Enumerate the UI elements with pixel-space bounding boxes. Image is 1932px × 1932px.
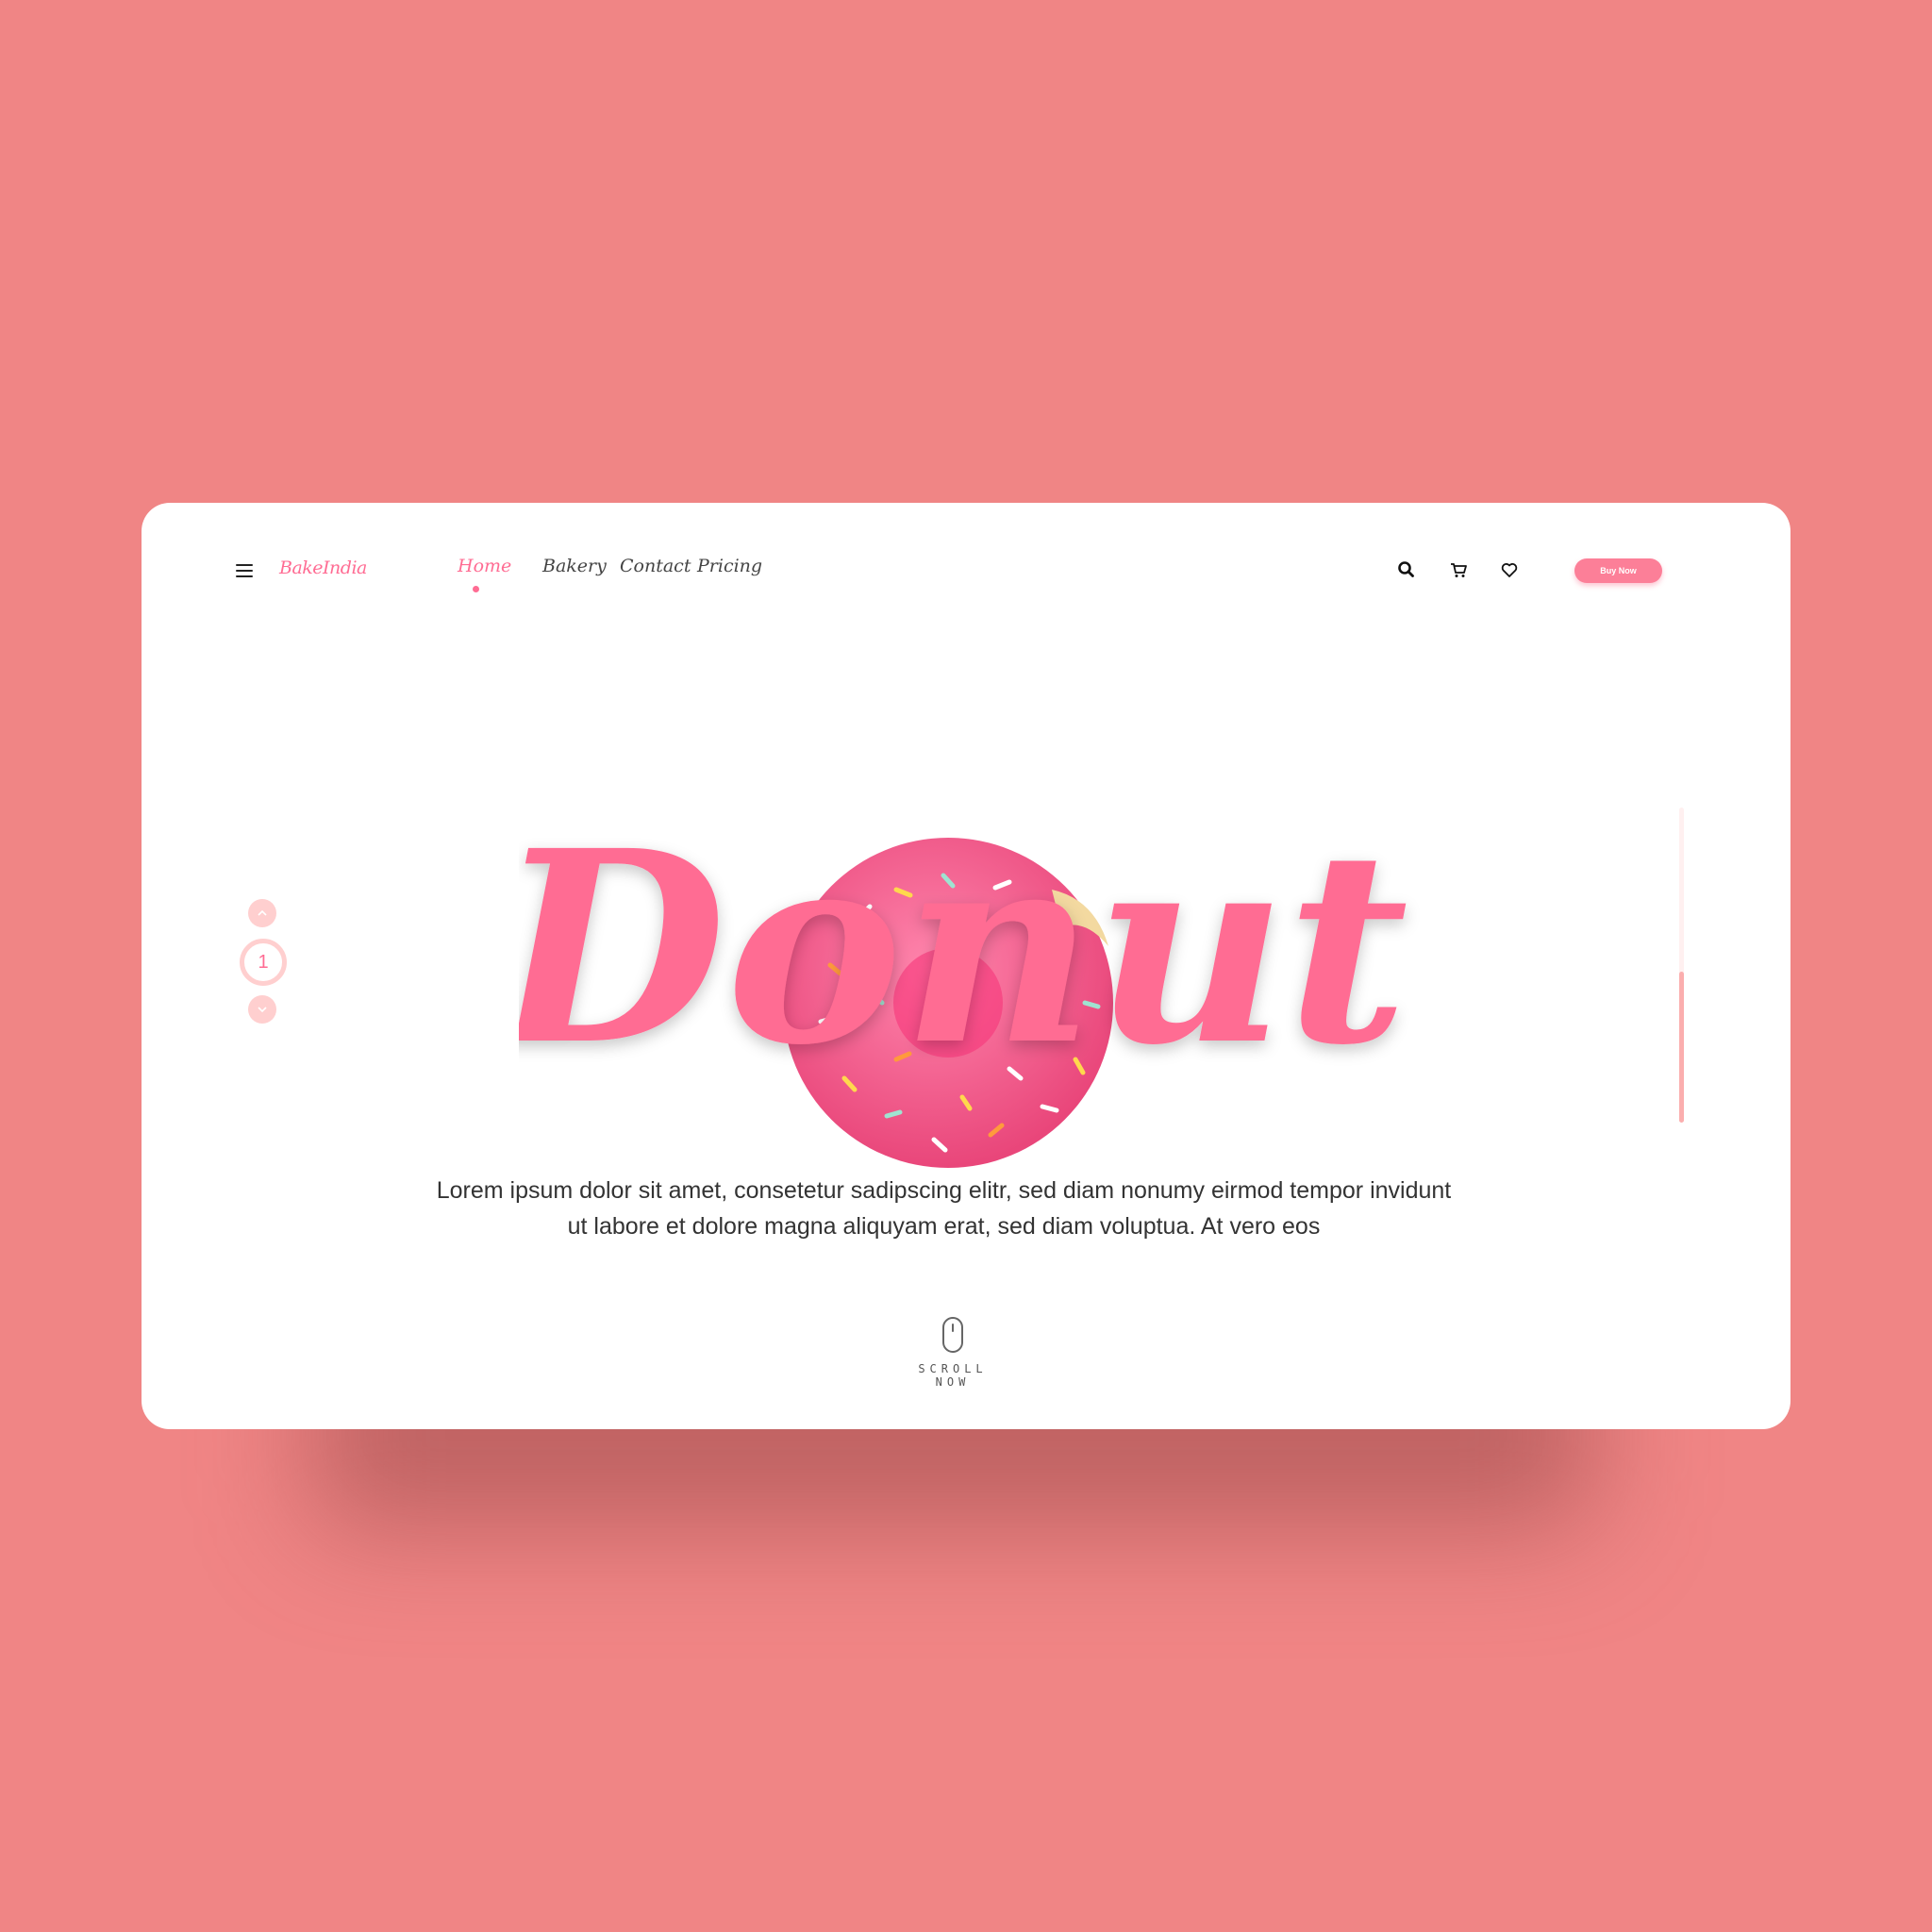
hero-title: Donut: [519, 793, 1408, 1104]
scrollbar-thumb[interactable]: [1679, 972, 1684, 1123]
search-icon[interactable]: [1396, 559, 1417, 580]
heart-icon[interactable]: [1499, 559, 1520, 580]
cart-icon[interactable]: [1448, 559, 1469, 580]
pager-current-page: 1: [240, 939, 287, 986]
active-nav-indicator: [473, 586, 479, 592]
hamburger-menu-icon[interactable]: [236, 564, 253, 577]
page-card: BakeIndia Home Bakery Contact Pricing Bu…: [142, 503, 1790, 1429]
buy-now-button[interactable]: Buy Now: [1574, 558, 1662, 583]
mouse-icon: [942, 1317, 963, 1353]
nav-item-pricing[interactable]: Pricing: [697, 556, 762, 576]
scroll-hint[interactable]: SCROLL NOW: [896, 1316, 1009, 1389]
page-scrollbar[interactable]: [1679, 808, 1684, 1123]
nav-item-bakery[interactable]: Bakery: [542, 556, 607, 576]
scroll-label: SCROLL NOW: [918, 1362, 988, 1389]
pager-up-button[interactable]: [248, 899, 276, 927]
chevron-down-icon: [258, 1007, 267, 1013]
nav-item-contact[interactable]: Contact: [620, 556, 691, 576]
chevron-up-icon: [258, 909, 267, 916]
pager-down-button[interactable]: [248, 995, 276, 1024]
hero-illustration: Donut: [519, 793, 1408, 1168]
nav-item-home[interactable]: Home: [458, 556, 511, 576]
brand-logo[interactable]: BakeIndia: [279, 558, 367, 578]
hero-description: Lorem ipsum dolor sit amet, consetetur s…: [436, 1177, 1452, 1240]
